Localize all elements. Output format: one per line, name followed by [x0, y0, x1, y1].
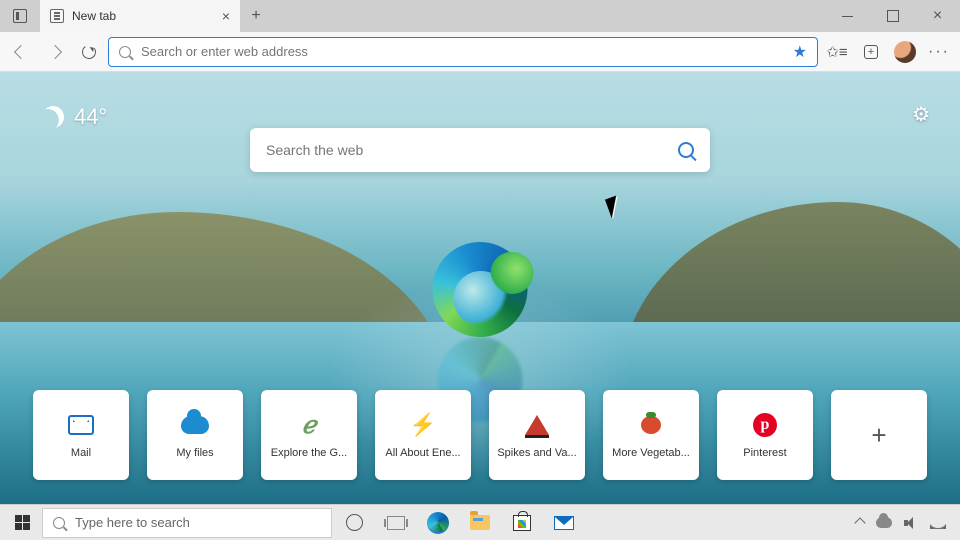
- browser-tab[interactable]: New tab ×: [40, 0, 240, 32]
- taskbar-search-placeholder: Type here to search: [75, 515, 190, 530]
- address-input[interactable]: [141, 44, 783, 59]
- onedrive-icon: [181, 411, 209, 439]
- microsoft-store-icon: [513, 515, 531, 531]
- weather-widget[interactable]: 44°: [42, 104, 107, 130]
- favorites-icon: ✩≡: [826, 43, 847, 61]
- favorite-star-button[interactable]: ★: [793, 42, 807, 62]
- tile-label: Mail: [71, 447, 91, 459]
- quick-link-tile[interactable]: Spikes and Va...: [489, 390, 585, 480]
- system-tray: [856, 517, 956, 529]
- taskbar-app-edge[interactable]: [418, 505, 458, 540]
- arrow-left-icon: [14, 44, 28, 58]
- search-icon: [119, 46, 131, 58]
- collections-icon: +: [864, 45, 878, 59]
- task-view-icon: [387, 516, 405, 530]
- refresh-icon: [81, 43, 97, 59]
- quick-link-tile[interactable]: p Pinterest: [717, 390, 813, 480]
- profile-button[interactable]: [890, 37, 920, 67]
- arrow-right-icon: [48, 44, 62, 58]
- favorites-list-button[interactable]: ✩≡: [822, 37, 852, 67]
- quick-link-tile[interactable]: ℯ Explore the G...: [261, 390, 357, 480]
- maximize-button[interactable]: [870, 0, 915, 32]
- quick-links: Mail My files ℯ Explore the G... ⚡ All A…: [33, 390, 927, 480]
- taskbar-app-file-explorer[interactable]: [460, 505, 500, 540]
- tile-label: My files: [176, 447, 213, 459]
- collections-button[interactable]: +: [856, 37, 886, 67]
- start-button[interactable]: [4, 505, 40, 540]
- web-search-input[interactable]: [266, 142, 664, 158]
- window-controls: ×: [825, 0, 960, 32]
- cortana-icon: [346, 514, 363, 531]
- page-icon: [50, 9, 64, 23]
- quick-link-tile[interactable]: My files: [147, 390, 243, 480]
- search-icon: [678, 142, 694, 158]
- outlook-icon: [67, 411, 95, 439]
- tile-label: Spikes and Va...: [497, 447, 576, 459]
- add-quick-link-button[interactable]: +: [831, 390, 927, 480]
- tabs-set-aside-button[interactable]: [0, 0, 40, 32]
- quick-link-tile[interactable]: Mail: [33, 390, 129, 480]
- quick-link-tile[interactable]: ⚡ All About Ene...: [375, 390, 471, 480]
- more-menu-button[interactable]: ···: [924, 37, 954, 67]
- search-icon: [53, 517, 65, 529]
- taskbar-app-mail[interactable]: [544, 505, 584, 540]
- web-search-box[interactable]: [250, 128, 710, 172]
- tile-label: More Vegetab...: [612, 447, 690, 459]
- tile-label: All About Ene...: [385, 447, 460, 459]
- tile-label: Pinterest: [743, 447, 786, 459]
- set-aside-icon: [13, 9, 27, 23]
- edge-logo: [433, 242, 528, 337]
- weather-temp: 44°: [74, 104, 107, 130]
- new-tab-page: 44° ⚙ Mail My files ℯ Explore the G... ⚡…: [0, 72, 960, 504]
- title-bar: New tab × + ×: [0, 0, 960, 32]
- titlebar-drag-region[interactable]: [272, 0, 825, 32]
- onedrive-tray-icon[interactable]: [876, 517, 892, 528]
- swirl-green-icon: ℯ: [295, 411, 323, 439]
- show-hidden-icons-button[interactable]: [854, 517, 865, 528]
- plus-icon: +: [871, 420, 886, 451]
- tile-label: Explore the G...: [271, 447, 347, 459]
- taskbar-app-store[interactable]: [502, 505, 542, 540]
- quick-link-tile[interactable]: More Vegetab...: [603, 390, 699, 480]
- close-window-button[interactable]: ×: [915, 0, 960, 32]
- tomato-icon: [637, 411, 665, 439]
- cortana-button[interactable]: [334, 505, 374, 540]
- browser-toolbar: ★ ✩≡ + ···: [0, 32, 960, 72]
- taskbar-search[interactable]: Type here to search: [42, 508, 332, 538]
- refresh-button[interactable]: [74, 37, 104, 67]
- new-tab-button[interactable]: +: [240, 0, 272, 32]
- page-settings-button[interactable]: ⚙: [912, 102, 930, 127]
- task-view-button[interactable]: [376, 505, 416, 540]
- pyramid-icon: [523, 411, 551, 439]
- tab-close-button[interactable]: ×: [222, 8, 230, 24]
- moon-icon: [38, 102, 68, 132]
- tab-title: New tab: [72, 9, 116, 23]
- pinterest-icon: p: [751, 411, 779, 439]
- minimize-button[interactable]: [825, 0, 870, 32]
- lightning-icon: ⚡: [409, 411, 437, 439]
- windows-taskbar: Type here to search: [0, 504, 960, 540]
- volume-icon[interactable]: [904, 517, 918, 529]
- avatar-icon: [894, 41, 916, 63]
- mail-icon: [554, 516, 574, 530]
- back-button[interactable]: [6, 37, 36, 67]
- windows-logo-icon: [15, 515, 30, 530]
- address-bar[interactable]: ★: [108, 37, 818, 67]
- network-icon[interactable]: [930, 517, 946, 529]
- edge-icon: [427, 512, 449, 534]
- file-explorer-icon: [470, 515, 490, 530]
- forward-button[interactable]: [40, 37, 70, 67]
